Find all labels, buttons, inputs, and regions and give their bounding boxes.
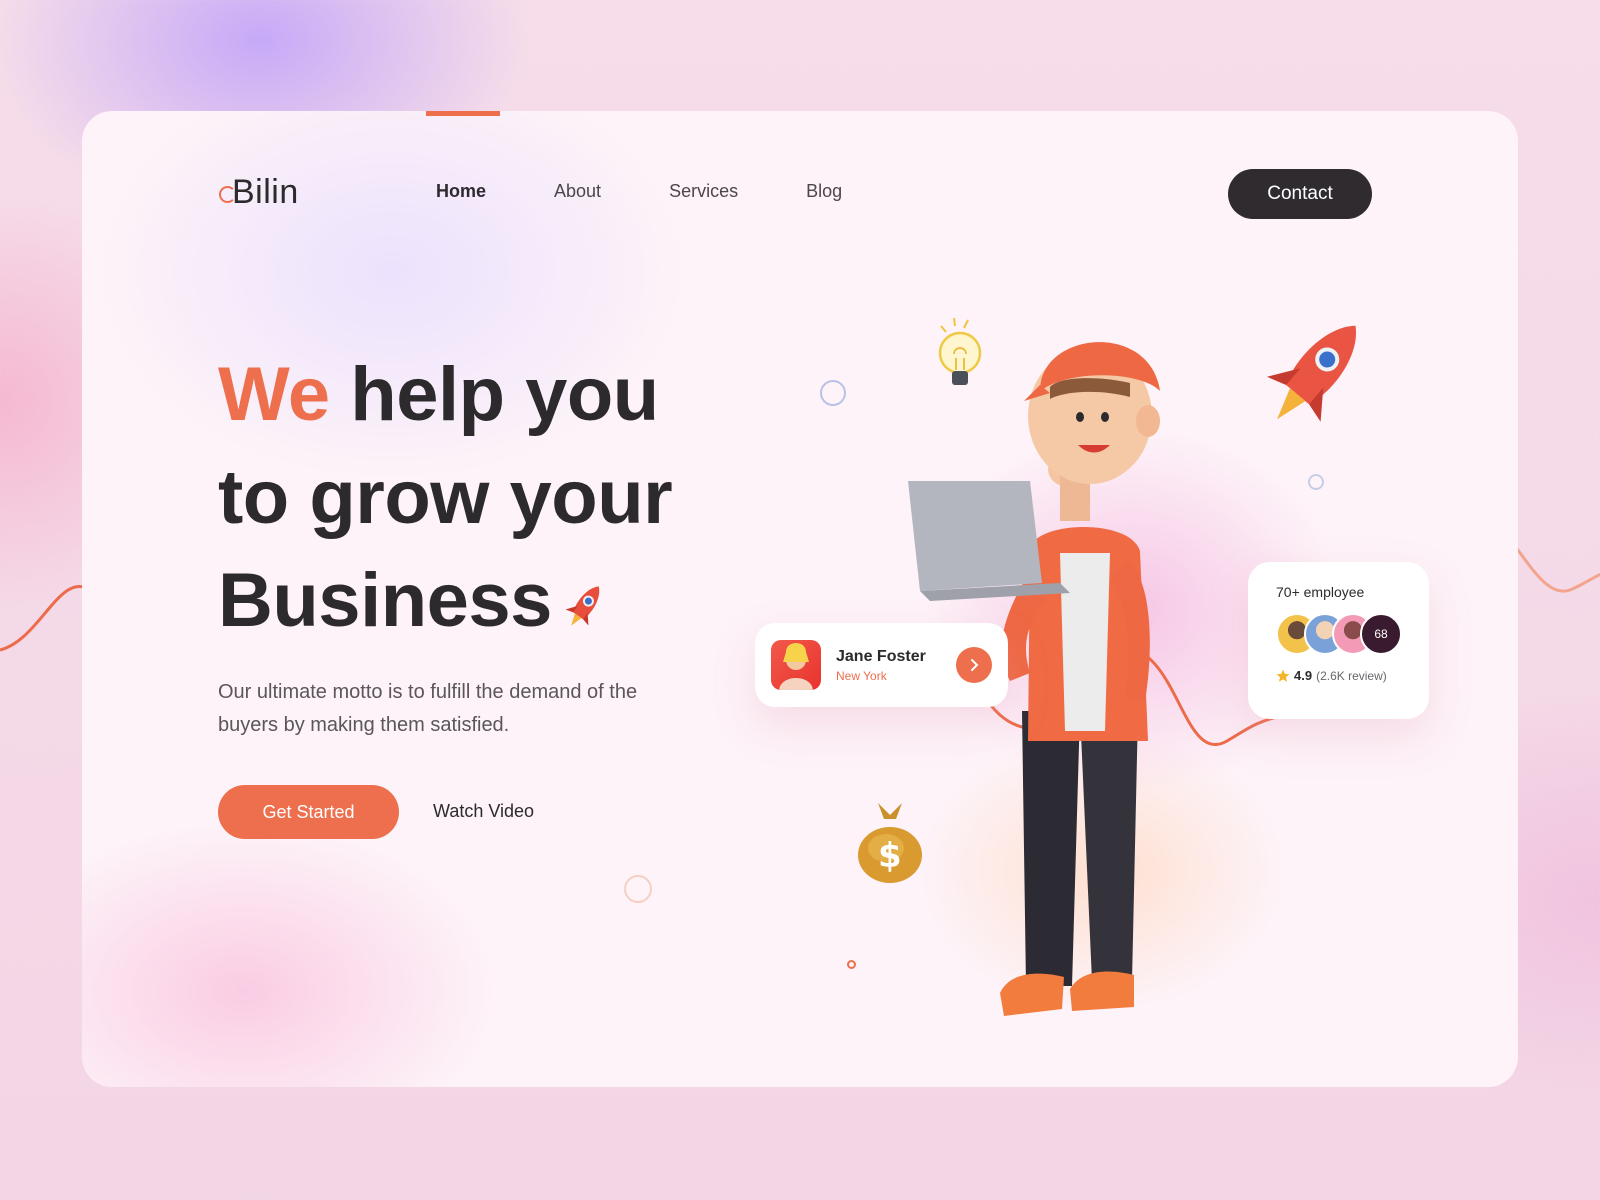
- headline-line-3: Business: [218, 549, 778, 652]
- nav-item-blog[interactable]: Blog: [806, 181, 842, 202]
- employee-rating: 4.9 (2.6K review): [1276, 668, 1429, 683]
- headline-line-2: to grow your: [218, 455, 673, 540]
- profile-name: Jane Foster: [836, 647, 926, 665]
- watch-video-link[interactable]: Watch Video: [433, 801, 534, 822]
- star-icon: [1276, 669, 1290, 682]
- profile-info: Jane Foster New York: [836, 648, 956, 683]
- hero-subtext: Our ultimate motto is to fulfill the dem…: [218, 681, 638, 736]
- headline-accent: We: [218, 352, 330, 437]
- svg-text:$: $: [878, 836, 902, 876]
- nav-item-about[interactable]: About: [554, 181, 601, 202]
- avatar-illustration: [779, 643, 813, 690]
- review-count: (2.6K review): [1316, 668, 1387, 683]
- profile-location: New York: [836, 668, 887, 683]
- ring-decoration: [1308, 474, 1324, 490]
- ring-decoration: [847, 960, 856, 969]
- headline-line-1-rest: help you: [350, 352, 659, 437]
- avatar: [771, 640, 821, 690]
- main-nav: Home About Services Blog: [436, 181, 910, 202]
- rocket-icon: [1266, 325, 1357, 422]
- logo-text: Bilin: [232, 173, 299, 211]
- top-accent-bar: [426, 111, 500, 116]
- nav-item-services[interactable]: Services: [669, 181, 738, 202]
- get-started-button[interactable]: Get Started: [218, 785, 399, 839]
- employee-avatars: 68: [1276, 613, 1429, 655]
- logo[interactable]: Bilin: [219, 173, 299, 212]
- rocket-icon: [565, 586, 600, 626]
- chevron-right-icon: [971, 659, 979, 671]
- headline-line-1: We help you: [218, 343, 778, 446]
- contact-button[interactable]: Contact: [1228, 169, 1372, 219]
- extra-employee-count: 68: [1360, 613, 1402, 655]
- profile-card[interactable]: Jane Foster New York: [755, 623, 1008, 707]
- hero-card: Bilin Home About Services Blog Contact W…: [82, 111, 1518, 1087]
- hero-headline: We help you to grow your Business: [218, 343, 778, 652]
- employee-card: 70+ employee 68 4.9 (2.6K review): [1248, 562, 1429, 719]
- rating-value: 4.9: [1294, 668, 1313, 683]
- nav-item-home[interactable]: Home: [436, 181, 486, 202]
- ring-decoration: [820, 380, 846, 406]
- ring-decoration: [624, 875, 652, 903]
- employee-count-title: 70+ employee: [1276, 584, 1365, 600]
- profile-arrow-button[interactable]: [956, 647, 992, 683]
- headline-line-3-text: Business: [218, 558, 552, 643]
